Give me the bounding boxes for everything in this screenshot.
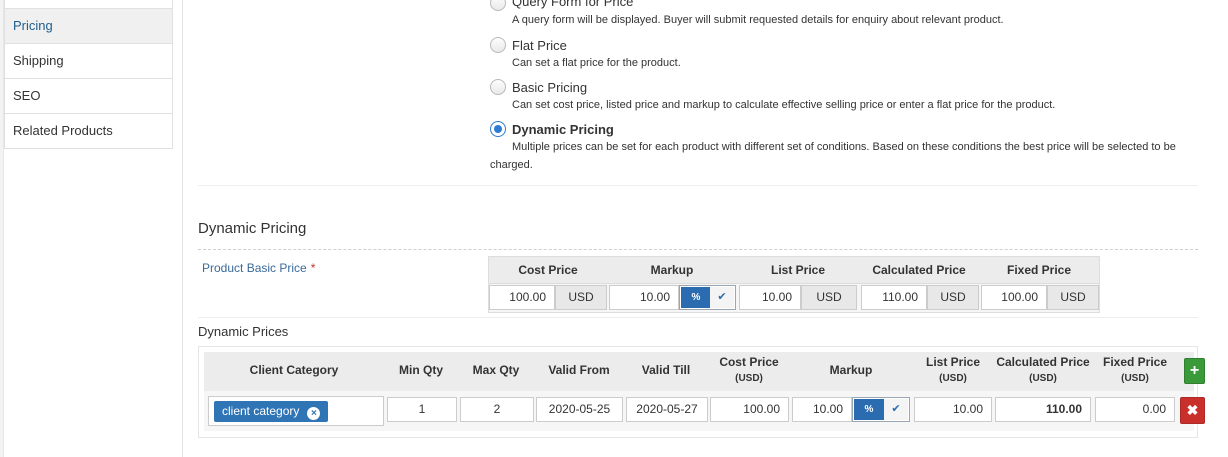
col-calculated-price: Calculated Price (USD) (993, 355, 1093, 384)
col-valid-from: Valid From (548, 363, 610, 377)
table-row: client category × 1 2 2020-05-25 2020-05-… (204, 391, 1194, 431)
dynamic-prices-label: Dynamic Prices (198, 324, 289, 339)
row-fixed-price-input[interactable]: 0.00 (1095, 397, 1175, 422)
row-list-price-input[interactable]: 10.00 (914, 397, 992, 422)
header-markup: Markup (650, 263, 694, 277)
row-markup-input[interactable]: 10.00 (792, 397, 852, 422)
sidebar-item-seo[interactable]: SEO (5, 79, 172, 114)
basic-price-inputs: 100.00 USD 10.00 % ✔ 10.00 USD 110.00 US… (488, 284, 1100, 313)
option-label: Query Form for Price (512, 0, 634, 9)
percent-button[interactable]: % (854, 399, 884, 420)
col-list-price-unit: (USD) (939, 373, 967, 384)
col-cost-price-label: Cost Price (719, 355, 779, 369)
header-cost-price: Cost Price (518, 263, 578, 277)
list-currency-addon: USD (801, 285, 857, 310)
header-fixed-price: Fixed Price (1006, 263, 1072, 277)
option-description: Can set cost price, listed price and mar… (512, 99, 1056, 111)
dashed-divider (198, 249, 1198, 250)
client-category-select[interactable]: client category × (208, 396, 384, 426)
main-content: Query Form for Price A query form will b… (184, 0, 1228, 457)
client-category-tag: client category × (214, 401, 329, 422)
col-max-qty: Max Qty (472, 363, 520, 377)
min-qty-input[interactable]: 1 (387, 397, 457, 422)
col-cost-price: Cost Price (USD) (709, 355, 789, 384)
required-mark: * (310, 261, 316, 275)
check-icon[interactable]: ✔ (710, 287, 734, 308)
option-label: Flat Price (512, 38, 567, 53)
row-calculated-price-value: 110.00 (995, 397, 1091, 422)
radio-flat-price[interactable] (490, 37, 506, 53)
fixed-currency-addon: USD (1047, 285, 1099, 310)
percent-button[interactable]: % (681, 287, 711, 308)
header-list-price: List Price (770, 263, 826, 277)
sidebar-top-spacer (5, 0, 172, 9)
cost-price-input[interactable]: 100.00 (489, 285, 555, 310)
basic-price-label-text: Product Basic Price (202, 261, 307, 275)
product-basic-price-label: Product Basic Price * (202, 261, 315, 275)
section-title-dynamic-pricing: Dynamic Pricing (198, 220, 307, 237)
radio-query-form[interactable] (490, 0, 506, 11)
col-list-price: List Price (USD) (913, 355, 993, 384)
fixed-price-input[interactable]: 100.00 (981, 285, 1047, 310)
col-valid-till: Valid Till (641, 363, 691, 377)
option-description: A query form will be displayed. Buyer wi… (512, 14, 1004, 26)
option-description: Can set a flat price for the product. (512, 57, 681, 69)
col-fixed-price: Fixed Price (USD) (1093, 355, 1177, 384)
valid-till-input[interactable]: 2020-05-27 (626, 397, 708, 422)
delete-row-button[interactable]: ✖ (1180, 397, 1205, 424)
left-column: Pricing Shipping SEO Related Products (0, 0, 183, 457)
sidebar-item-related-products[interactable]: Related Products (5, 114, 172, 149)
add-row-button[interactable]: + (1184, 358, 1205, 384)
col-fixed-price-label: Fixed Price (1102, 355, 1168, 369)
col-calculated-price-label: Calculated Price (996, 355, 1090, 369)
col-cost-price-unit: (USD) (735, 373, 763, 384)
markup-unit-toggle[interactable]: % ✔ (679, 285, 736, 310)
col-calculated-price-unit: (USD) (1029, 373, 1057, 384)
calculated-currency-addon: USD (927, 285, 979, 310)
header-calculated-price: Calculated Price (872, 263, 966, 277)
tag-label: client category (222, 404, 300, 418)
valid-from-input[interactable]: 2020-05-25 (536, 397, 623, 422)
max-qty-input[interactable]: 2 (460, 397, 534, 422)
sidebar-nav: Pricing Shipping SEO Related Products (4, 0, 173, 149)
col-fixed-price-unit: (USD) (1121, 373, 1149, 384)
list-price-input[interactable]: 10.00 (739, 285, 801, 310)
col-client-category: Client Category (249, 363, 339, 377)
basic-price-header: Cost Price Markup List Price Calculated … (488, 256, 1100, 284)
radio-basic-pricing[interactable] (490, 79, 506, 95)
row-cost-price-input[interactable]: 100.00 (710, 397, 789, 422)
col-markup: Markup (829, 363, 873, 377)
sidebar-item-shipping[interactable]: Shipping (5, 44, 172, 79)
col-list-price-label: List Price (925, 355, 981, 369)
option-label: Basic Pricing (512, 80, 588, 95)
radio-dynamic-pricing[interactable] (490, 121, 506, 137)
sidebar-item-pricing[interactable]: Pricing (5, 9, 172, 44)
dynamic-prices-header: Client Category Min Qty Max Qty Valid Fr… (204, 352, 1194, 391)
check-icon[interactable]: ✔ (884, 399, 908, 420)
divider (198, 317, 1198, 318)
calculated-price-value: 110.00 (861, 285, 927, 310)
row-markup-unit-toggle[interactable]: % ✔ (852, 397, 910, 422)
remove-tag-icon[interactable]: × (307, 407, 321, 420)
cost-currency-addon: USD (555, 285, 607, 310)
col-min-qty: Min Qty (399, 363, 443, 377)
option-label: Dynamic Pricing (512, 122, 614, 137)
markup-input[interactable]: 10.00 (609, 285, 679, 310)
option-description: Multiple prices can be set for each prod… (490, 141, 1176, 171)
divider (198, 185, 1198, 186)
